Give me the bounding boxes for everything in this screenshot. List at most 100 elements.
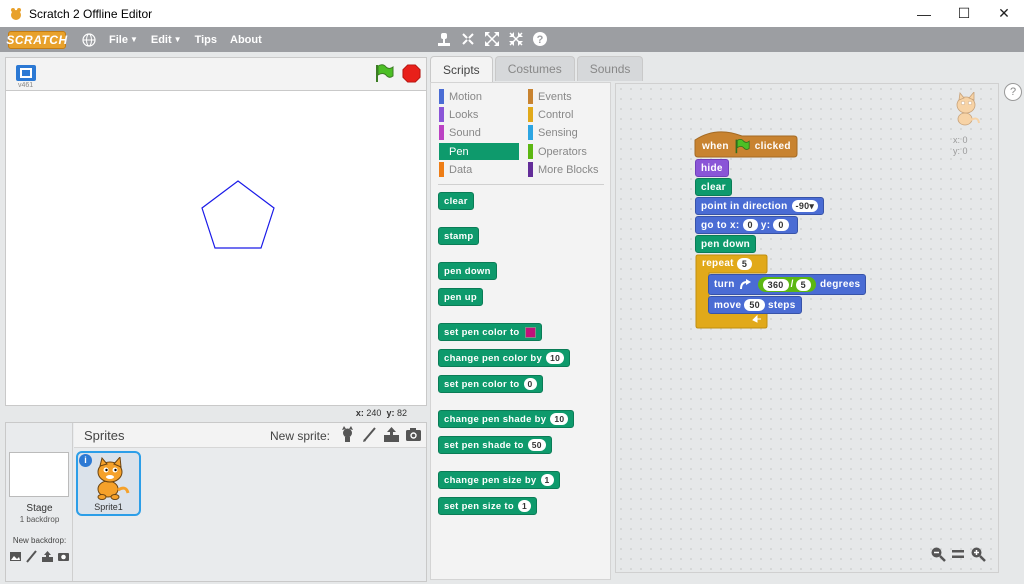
scratch-logo[interactable]: SCRATCH <box>6 30 67 49</box>
stop-sign-icon[interactable] <box>402 64 421 83</box>
shrink-icon[interactable] <box>508 31 524 47</box>
tab-sounds[interactable]: Sounds <box>576 56 644 81</box>
title-bar: Scratch 2 Offline Editor — ☐ ✕ <box>0 0 1024 27</box>
sprite-name: Sprite1 <box>94 502 123 512</box>
menu-file[interactable]: File ▼ <box>109 34 138 46</box>
block-pen-down[interactable]: pen down <box>438 262 497 280</box>
block-set-pen-shade[interactable]: set pen shade to 50 <box>438 436 552 454</box>
window-controls: — ☐ ✕ <box>904 0 1024 27</box>
hide-block[interactable]: hide <box>695 159 729 177</box>
block-pen-up[interactable]: pen up <box>438 288 483 306</box>
mouse-coordinates: x: 240 y: 82 <box>355 408 407 418</box>
sprite-x-readout: x: 0 <box>953 135 968 145</box>
direction-dropdown[interactable]: -90▾ <box>791 200 819 212</box>
paint-backdrop-icon[interactable] <box>25 550 38 563</box>
stage-canvas[interactable] <box>5 90 427 406</box>
clear-block[interactable]: clear <box>695 178 732 196</box>
backdrop-tools <box>9 550 70 563</box>
mouse-x: 240 <box>366 408 382 418</box>
new-sprite-label: New sprite: <box>270 429 331 443</box>
sprite-library-icon[interactable] <box>339 426 356 443</box>
tab-costumes[interactable]: Costumes <box>494 56 575 81</box>
category-sound[interactable]: Sound <box>439 124 525 141</box>
block-set-pen-size[interactable]: set pen size to 1 <box>438 497 537 515</box>
green-flag-icon <box>735 138 750 154</box>
svg-text:?: ? <box>537 34 544 46</box>
sprites-header: Sprites New sprite: <box>74 423 426 448</box>
paint-sprite-icon[interactable] <box>361 426 378 443</box>
current-sprite-cat-icon <box>956 92 980 126</box>
backdrop-count: 1 backdrop <box>19 515 60 524</box>
block-change-pen-color[interactable]: change pen color by 10 <box>438 349 571 367</box>
stage-column: Stage 1 backdrop New backdrop: <box>6 423 73 581</box>
zoom-reset-icon[interactable] <box>950 546 966 562</box>
backdrop-library-icon[interactable] <box>9 550 22 563</box>
category-looks[interactable]: Looks <box>439 106 525 123</box>
pen-color-swatch[interactable] <box>524 326 536 338</box>
block-change-pen-shade[interactable]: change pen shade by 10 <box>438 410 575 428</box>
grow-icon[interactable] <box>484 31 500 47</box>
cut-scissors-icon[interactable] <box>460 31 476 47</box>
category-pen[interactable]: Pen <box>439 143 519 160</box>
zoom-controls <box>930 546 986 562</box>
editor-tabs: Scripts Costumes Sounds <box>430 56 645 82</box>
category-motion[interactable]: Motion <box>439 88 525 105</box>
repeat-block[interactable]: repeat 5 <box>697 255 760 272</box>
camera-sprite-icon[interactable] <box>405 426 422 443</box>
mouse-y: 82 <box>396 408 407 418</box>
block-set-pen-color-swatch[interactable]: set pen color to <box>438 323 542 341</box>
point-in-direction-block[interactable]: point in direction -90▾ <box>695 197 825 215</box>
close-button[interactable]: ✕ <box>984 0 1024 27</box>
move-steps-block[interactable]: move 50 steps <box>708 296 802 314</box>
block-help-icon[interactable]: ? <box>532 31 548 47</box>
tab-scripts[interactable]: Scripts <box>430 56 493 82</box>
block-stamp[interactable]: stamp <box>438 227 480 245</box>
caret-down-icon: ▼ <box>173 35 182 44</box>
camera-backdrop-icon[interactable] <box>57 550 70 563</box>
when-flag-clicked-block[interactable]: when clicked <box>697 137 796 155</box>
rotate-right-icon <box>739 278 751 289</box>
green-flag-icon[interactable] <box>374 63 394 83</box>
pen-drawing <box>201 180 275 249</box>
category-more-blocks[interactable]: More Blocks <box>528 161 614 178</box>
category-control[interactable]: Control <box>528 106 614 123</box>
block-clear[interactable]: clear <box>438 192 474 210</box>
upload-sprite-icon[interactable] <box>383 426 400 443</box>
zoom-in-icon[interactable] <box>970 546 986 562</box>
upload-backdrop-icon[interactable] <box>41 550 54 563</box>
category-data[interactable]: Data <box>439 161 525 178</box>
pentagon-shape <box>201 180 275 249</box>
sprite-thumbnail-sprite1[interactable]: i Sprite1 <box>76 451 141 516</box>
menu-tips[interactable]: Tips <box>195 34 217 46</box>
pen-down-block[interactable]: pen down <box>695 235 757 253</box>
window-title: Scratch 2 Offline Editor <box>29 6 153 21</box>
cat-sprite-icon <box>97 457 130 500</box>
category-events[interactable]: Events <box>528 88 614 105</box>
block-change-pen-size[interactable]: change pen size by 1 <box>438 471 560 489</box>
help-question-icon[interactable]: ? <box>1004 83 1022 101</box>
new-sprite-tools <box>339 426 422 443</box>
go-to-xy-block[interactable]: go to x: 0 y: 0 <box>695 216 798 234</box>
category-operators[interactable]: Operators <box>528 143 614 160</box>
minimize-button[interactable]: — <box>904 0 944 27</box>
scratch-app-icon <box>11 7 21 20</box>
divide-operator-block[interactable]: 360 / 5 <box>757 277 816 292</box>
block-palette: Motion Events Looks Control Sound Sensin… <box>430 82 611 580</box>
stage-label: Stage <box>26 503 53 514</box>
menu-about[interactable]: About <box>230 34 262 46</box>
presentation-mode-icon[interactable] <box>15 64 37 82</box>
caret-down-icon: ▼ <box>129 35 138 44</box>
turn-degrees-block[interactable]: turn 360 / 5 degrees <box>708 274 867 295</box>
block-set-pen-color-number[interactable]: set pen color to 0 <box>438 375 543 393</box>
maximize-button[interactable]: ☐ <box>944 0 984 27</box>
sprites-title: Sprites <box>84 428 125 443</box>
menu-edit[interactable]: Edit ▼ <box>151 34 182 46</box>
duplicate-stamp-icon[interactable] <box>436 31 452 47</box>
globe-icon[interactable] <box>82 32 96 47</box>
stage-header: v461 <box>5 57 427 90</box>
sprite-y-readout: y: 0 <box>953 146 968 156</box>
category-sensing[interactable]: Sensing <box>528 124 614 141</box>
scripts-area[interactable] <box>615 83 999 573</box>
zoom-out-icon[interactable] <box>930 546 946 562</box>
stage-thumbnail[interactable] <box>9 452 69 497</box>
